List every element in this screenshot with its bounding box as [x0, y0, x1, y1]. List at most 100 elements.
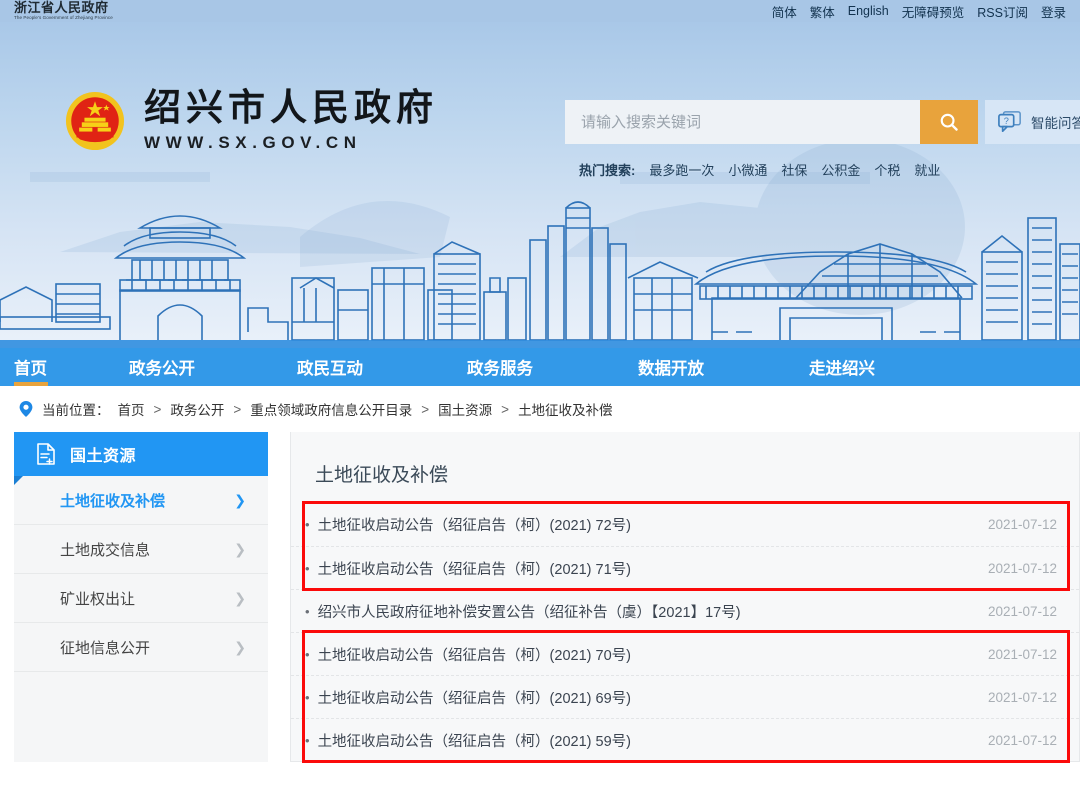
smart-qa-button[interactable]: ? 智能问答	[985, 100, 1080, 144]
list-item-title[interactable]: 土地征收启动公告（绍征启告（柯）(2021) 70号)	[318, 644, 631, 665]
bullet-icon: •	[305, 732, 310, 748]
breadcrumb-item-2[interactable]: 重点领域政府信息公开目录	[250, 399, 412, 419]
topbar-link-traditional[interactable]: 繁体	[810, 2, 835, 21]
sidebar-item-land-acquisition[interactable]: 土地征收及补偿 ❯	[14, 476, 268, 525]
site-title-en: WWW.SX.GOV.CN	[144, 133, 362, 153]
sidebar-filler	[14, 672, 268, 762]
search-button[interactable]	[920, 100, 978, 144]
list-item-title[interactable]: 土地征收启动公告（绍征启告（柯）(2021) 69号)	[318, 687, 631, 708]
document-add-icon	[37, 443, 55, 465]
page-title: 土地征收及补偿	[315, 465, 449, 486]
hot-search-item-1[interactable]: 小微通	[728, 160, 767, 179]
breadcrumb-separator: >	[421, 401, 430, 417]
page-root: 浙江省人民政府 The People's Government of Zheji…	[0, 0, 1080, 793]
top-bar: 浙江省人民政府 The People's Government of Zheji…	[0, 0, 1080, 22]
sidebar-notch	[14, 476, 23, 485]
list-item[interactable]: • 土地征收启动公告（绍征启告（柯）(2021) 59号) 2021-07-12	[291, 718, 1079, 761]
nav-item-government-affairs[interactable]: 政务公开	[129, 348, 195, 386]
main-area: 国土资源 土地征收及补偿 ❯ 土地成交信息 ❯ 矿业权出让 ❯ 征地信息公开 ❯…	[0, 432, 1080, 763]
hot-search-row: 热门搜索: 最多跑一次 小微通 社保 公积金 个税 就业	[565, 160, 978, 179]
list-item-title[interactable]: 土地征收启动公告（绍征启告（柯）(2021) 72号)	[318, 514, 631, 535]
list-item[interactable]: • 土地征收启动公告（绍征启告（柯）(2021) 72号) 2021-07-12	[291, 503, 1079, 546]
list-item-title[interactable]: 土地征收启动公告（绍征启告（柯）(2021) 71号)	[318, 558, 631, 579]
hot-search-item-3[interactable]: 公积金	[821, 160, 860, 179]
sidebar-item-label: 土地征收及补偿	[60, 492, 166, 510]
sidebar-item-label: 土地成交信息	[60, 541, 151, 559]
breadcrumb-item-0[interactable]: 首页	[118, 399, 145, 419]
nav-item-about-shaoxing[interactable]: 走进绍兴	[809, 348, 875, 386]
list-item[interactable]: • 土地征收启动公告（绍征启告（柯）(2021) 71号) 2021-07-12	[291, 546, 1079, 589]
breadcrumb-item-4[interactable]: 土地征收及补偿	[518, 399, 613, 419]
hot-search-item-4[interactable]: 个税	[874, 160, 900, 179]
bullet-icon: •	[305, 560, 310, 576]
sidebar-item-label: 矿业权出让	[60, 590, 136, 608]
topbar-link-simplified[interactable]: 简体	[772, 2, 797, 21]
sidebar-header: 国土资源	[14, 432, 268, 485]
chat-question-icon: ?	[998, 111, 1021, 133]
site-logo-block[interactable]: 绍兴市人民政府 WWW.SX.GOV.CN	[62, 88, 438, 154]
breadcrumb-separator: >	[501, 401, 510, 417]
site-banner: 绍兴市人民政府 WWW.SX.GOV.CN 热门搜索: 最多跑一次 小微通 社保	[0, 22, 1080, 348]
topbar-link-accessibility[interactable]: 无障碍预览	[902, 2, 965, 21]
nav-item-public-interaction[interactable]: 政民互动	[297, 348, 363, 386]
sidebar-item-label: 征地信息公开	[60, 639, 151, 657]
main-nav: 首页 政务公开 政民互动 政务服务 数据开放 走进绍兴	[0, 348, 1080, 386]
svg-text:?: ?	[1004, 116, 1009, 126]
breadcrumb: 当前位置： 首页 > 政务公开 > 重点领域政府信息公开目录 > 国土资源 > …	[0, 386, 1080, 432]
site-title-cn: 绍兴市人民政府	[144, 85, 438, 129]
list-item-title[interactable]: 绍兴市人民政府征地补偿安置公告（绍征补告（虞）【2021】17号)	[318, 601, 741, 622]
breadcrumb-prefix: 当前位置：	[42, 403, 110, 418]
hot-search-label: 热门搜索:	[579, 163, 636, 178]
hot-search-item-5[interactable]: 就业	[914, 160, 940, 179]
list-item[interactable]: • 土地征收启动公告（绍征启告（柯）(2021) 70号) 2021-07-12	[291, 632, 1079, 675]
sidebar-title: 国土资源	[70, 448, 137, 465]
list-item[interactable]: • 土地征收启动公告（绍征启告（柯）(2021) 69号) 2021-07-12	[291, 675, 1079, 718]
zhejiang-gov-name-en: The People's Government of Zhejiang Prov…	[14, 14, 113, 20]
sidebar-item-mining-rights[interactable]: 矿业权出让 ❯	[14, 574, 268, 623]
bullet-icon: •	[305, 646, 310, 662]
list-item-date: 2021-07-12	[987, 517, 1057, 532]
location-pin-icon	[19, 401, 33, 417]
chevron-right-icon: ❯	[234, 638, 246, 655]
nav-item-open-data[interactable]: 数据开放	[638, 348, 704, 386]
zhejiang-gov-name-cn: 浙江省人民政府	[14, 0, 109, 16]
nav-item-home[interactable]: 首页	[14, 348, 47, 386]
topbar-link-login[interactable]: 登录	[1041, 2, 1066, 21]
sidebar-item-land-transaction[interactable]: 土地成交信息 ❯	[14, 525, 268, 574]
list-item[interactable]: • 绍兴市人民政府征地补偿安置公告（绍征补告（虞）【2021】17号) 2021…	[291, 589, 1079, 632]
search-zone: 热门搜索: 最多跑一次 小微通 社保 公积金 个税 就业	[565, 100, 978, 179]
list-item-date: 2021-07-12	[987, 646, 1057, 662]
chevron-right-icon: ❯	[234, 540, 246, 557]
hot-search-item-0[interactable]: 最多跑一次	[649, 160, 714, 179]
top-bar-links: 简体 繁体 English 无障碍预览 RSS订阅 登录	[772, 2, 1066, 21]
bullet-icon: •	[305, 517, 310, 532]
topbar-link-english[interactable]: English	[848, 4, 889, 18]
list-item-date: 2021-07-12	[987, 603, 1057, 619]
search-icon	[940, 113, 958, 131]
sidebar: 国土资源 土地征收及补偿 ❯ 土地成交信息 ❯ 矿业权出让 ❯ 征地信息公开 ❯	[14, 432, 268, 762]
nav-item-government-services[interactable]: 政务服务	[467, 348, 533, 386]
content-panel: 土地征收及补偿 • 土地征收启动公告（绍征启告（柯）(2021) 72号) 20…	[290, 432, 1080, 763]
bullet-icon: •	[305, 689, 310, 705]
list-item-title[interactable]: 土地征收启动公告（绍征启告（柯）(2021) 59号)	[318, 730, 631, 751]
breadcrumb-item-3[interactable]: 国土资源	[438, 399, 492, 419]
skyline-illustration	[0, 22, 1080, 348]
breadcrumb-separator: >	[233, 401, 242, 417]
sidebar-item-acquisition-disclosure[interactable]: 征地信息公开 ❯	[14, 623, 268, 672]
chevron-right-icon: ❯	[234, 589, 246, 606]
sidebar-items: 土地征收及补偿 ❯ 土地成交信息 ❯ 矿业权出让 ❯ 征地信息公开 ❯	[14, 476, 268, 762]
search-input[interactable]	[565, 100, 920, 144]
hot-search-item-2[interactable]: 社保	[781, 160, 807, 179]
topbar-link-rss[interactable]: RSS订阅	[977, 2, 1028, 21]
zhejiang-gov-logo: 浙江省人民政府 The People's Government of Zheji…	[14, 2, 113, 21]
breadcrumb-separator: >	[153, 401, 162, 417]
national-emblem-icon	[65, 91, 125, 151]
list-item-date: 2021-07-12	[987, 732, 1057, 748]
bullet-icon: •	[305, 603, 310, 619]
breadcrumb-item-1[interactable]: 政务公开	[170, 399, 224, 419]
smart-qa-label: 智能问答	[1031, 116, 1080, 131]
announcement-list: • 土地征收启动公告（绍征启告（柯）(2021) 72号) 2021-07-12…	[291, 503, 1079, 761]
list-item-date: 2021-07-12	[987, 689, 1057, 705]
list-item-date: 2021-07-12	[987, 560, 1057, 576]
chevron-right-icon: ❯	[234, 491, 246, 508]
